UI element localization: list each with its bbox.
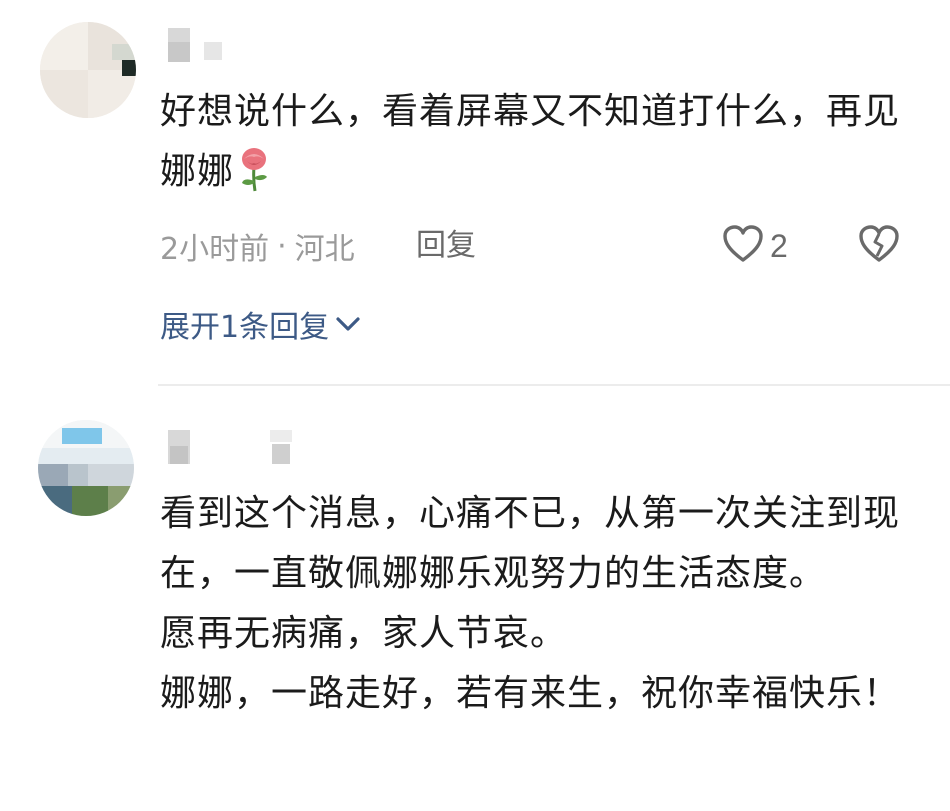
expand-replies-button[interactable]: 展开1条回复 [160,302,361,346]
comment-divider [158,384,950,386]
like-count: 2 [770,227,788,264]
dislike-button[interactable] [858,222,902,270]
heart-icon [722,224,764,268]
comment-text: 看到这个消息，心痛不已，从第一次关注到现在，一直敬佩娜娜乐观努力的生活态度。 愿… [160,493,901,714]
broken-heart-icon [858,224,900,268]
comment-item: 看到这个消息，心痛不已，从第一次关注到现在，一直敬佩娜娜乐观努力的生活态度。 愿… [0,390,950,811]
comment-text: 好想说什么，看着屏幕又不知道打什么，再见娜娜 [160,82,900,212]
comment-meta: 2小时前 · 河北 [160,224,355,268]
username[interactable] [166,28,306,68]
meta-separator: · [277,228,287,264]
like-button[interactable]: 2 [722,222,788,270]
username[interactable] [166,430,306,470]
avatar[interactable] [38,420,134,516]
reply-button[interactable]: 回复 [416,224,476,268]
chevron-down-icon [336,317,360,331]
expand-replies-label: 展开1条回复 [160,310,330,345]
avatar[interactable] [40,22,136,118]
comment-item: 好想说什么，看着屏幕又不知道打什么，再见娜娜 2小时前 · 河北 回复 2 展开… [0,0,950,390]
rose-emoji-icon [236,147,272,212]
comment-location: 河北 [294,232,355,267]
comment-time: 2小时前 [160,232,270,267]
